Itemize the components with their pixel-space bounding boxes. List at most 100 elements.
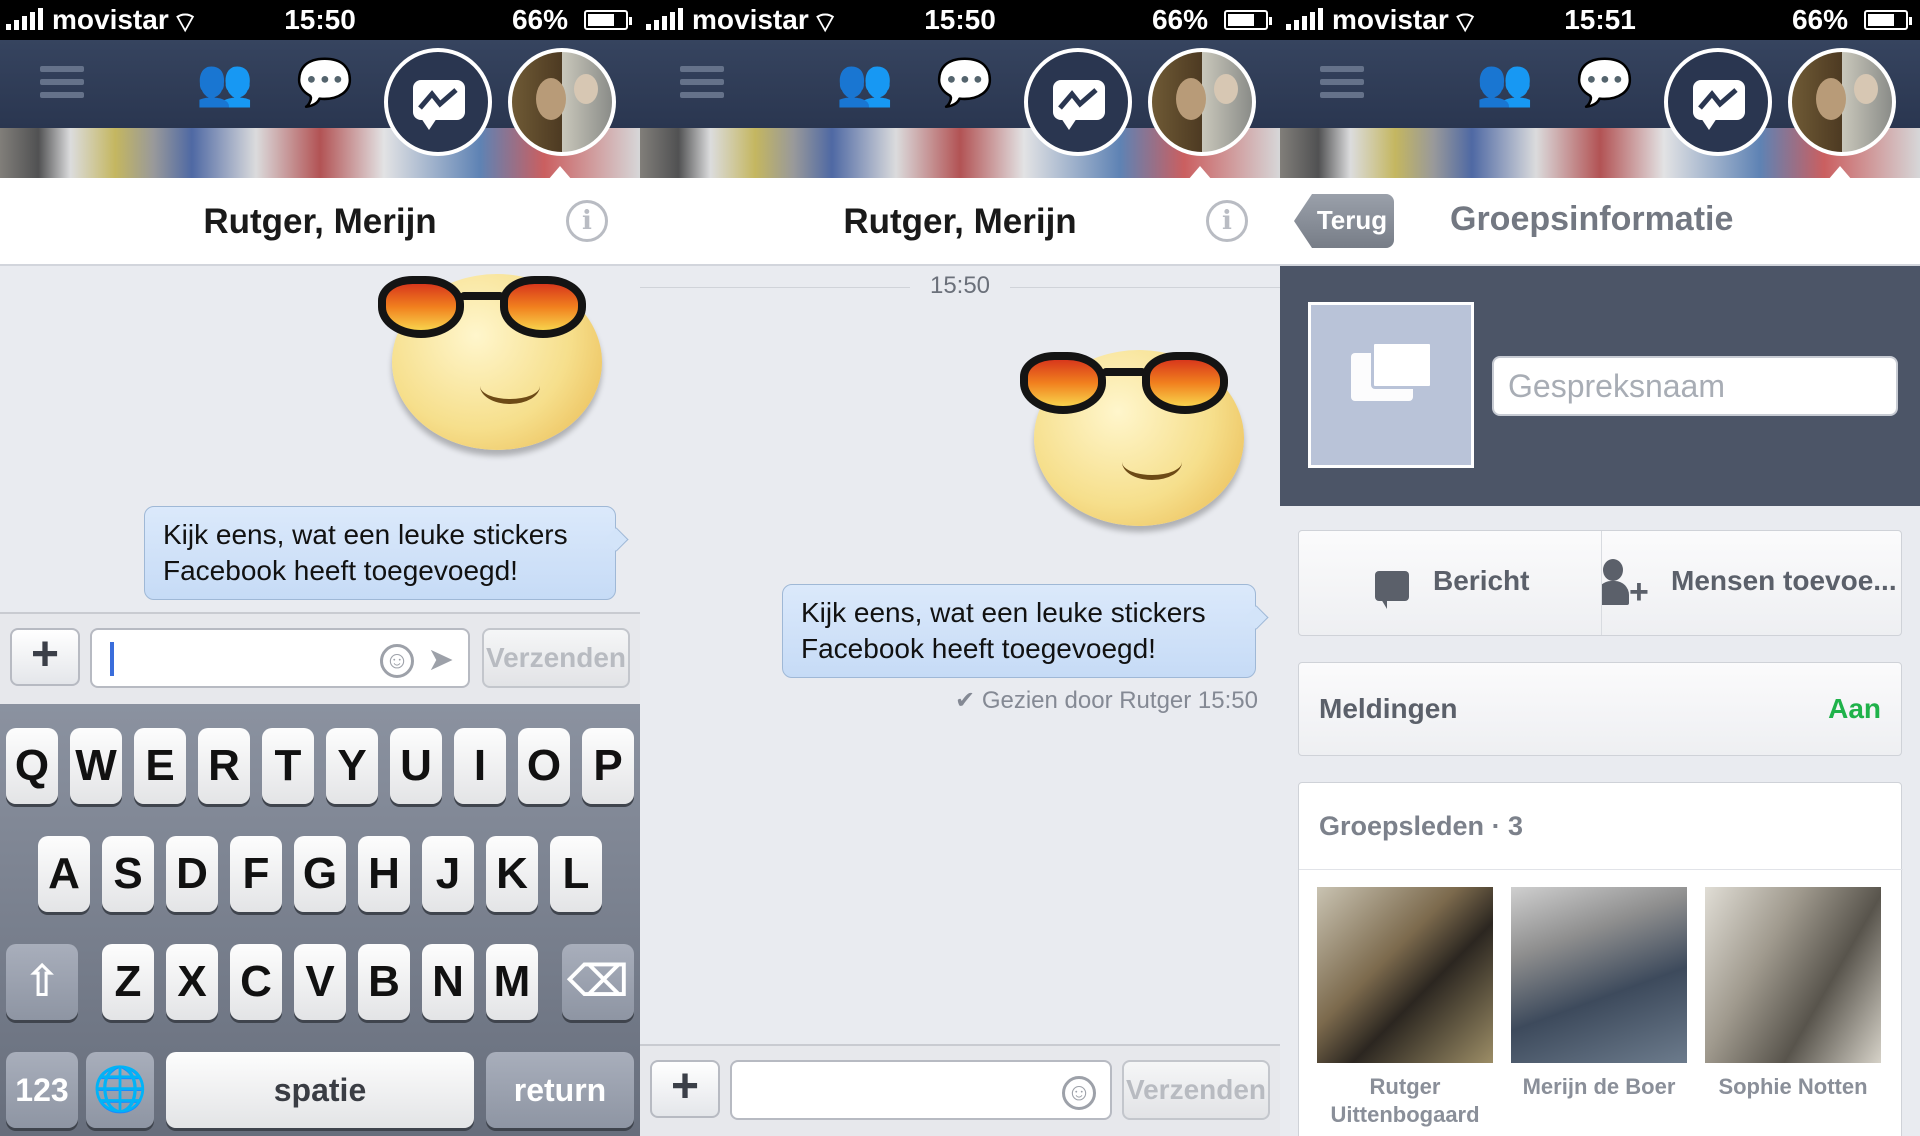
status-bar: movistar ⌔ 15:51 66%: [1280, 0, 1920, 40]
key-j[interactable]: J: [422, 836, 474, 912]
key-a[interactable]: A: [38, 836, 90, 912]
member-photo-sophie[interactable]: [1705, 887, 1881, 1063]
message-input[interactable]: ☺: [730, 1060, 1112, 1120]
members-header: Groepsleden · 3: [1319, 811, 1523, 842]
back-button[interactable]: Terug: [1294, 194, 1394, 248]
notifications-value[interactable]: Aan: [1828, 693, 1881, 725]
group-avatar[interactable]: [1788, 48, 1896, 156]
top-nav: 👥 💬: [0, 40, 640, 156]
return-key[interactable]: return: [486, 1052, 634, 1128]
member-name-merijn[interactable]: Merijn de Boer: [1501, 1073, 1697, 1101]
info-icon[interactable]: i: [566, 200, 608, 242]
member-photo-merijn[interactable]: [1511, 887, 1687, 1063]
backspace-key[interactable]: ⌫: [562, 944, 634, 1020]
key-s[interactable]: S: [102, 836, 154, 912]
group-name-panel: Gespreksnaam: [1280, 266, 1920, 506]
key-v[interactable]: V: [294, 944, 346, 1020]
messenger-icon[interactable]: [1664, 48, 1772, 156]
key-l[interactable]: L: [550, 836, 602, 912]
menu-icon[interactable]: [1320, 64, 1364, 100]
sunglasses-sticker: [378, 264, 610, 454]
key-t[interactable]: T: [262, 728, 314, 804]
key-u[interactable]: U: [390, 728, 442, 804]
add-attachment-button[interactable]: +: [650, 1060, 720, 1118]
key-d[interactable]: D: [166, 836, 218, 912]
divider: [1601, 531, 1602, 635]
message-input[interactable]: ☺ ➤: [90, 628, 470, 688]
members-count: · 3: [1491, 811, 1524, 841]
key-i[interactable]: I: [454, 728, 506, 804]
key-b[interactable]: B: [358, 944, 410, 1020]
member-photo-rutger[interactable]: [1317, 887, 1493, 1063]
top-nav: 👥 💬: [640, 40, 1280, 156]
group-photo[interactable]: [1308, 302, 1474, 468]
emoji-icon[interactable]: ☺: [380, 644, 414, 678]
chat-header: Rutger, Merijn i: [0, 178, 640, 266]
key-w[interactable]: W: [70, 728, 122, 804]
backspace-icon: ⌫: [566, 957, 630, 1006]
shift-key[interactable]: ⇧: [6, 944, 78, 1020]
composer: + ☺ Verzenden: [640, 1044, 1280, 1136]
group-avatar[interactable]: [508, 48, 616, 156]
member-name-rutger[interactable]: Rutger Uittenbogaard: [1307, 1073, 1503, 1129]
battery-icon: [1864, 10, 1912, 30]
member-name-sophie[interactable]: Sophie Notten: [1695, 1073, 1891, 1101]
group-avatar[interactable]: [1148, 48, 1256, 156]
seen-receipt: ✔ Gezien door Rutger 15:50: [955, 686, 1258, 715]
notifications-row[interactable]: Meldingen Aan: [1298, 662, 1902, 756]
text-cursor: [110, 642, 114, 676]
info-icon[interactable]: i: [1206, 200, 1248, 242]
key-r[interactable]: R: [198, 728, 250, 804]
key-q[interactable]: Q: [6, 728, 58, 804]
chat-icon[interactable]: 💬: [936, 58, 993, 106]
globe-key[interactable]: 🌐: [86, 1052, 154, 1128]
popover-caret: [1828, 166, 1852, 180]
space-key[interactable]: spatie: [166, 1052, 474, 1128]
key-h[interactable]: H: [358, 836, 410, 912]
status-bar: movistar ⌔ 15:50 66%: [640, 0, 1280, 40]
chat-icon[interactable]: 💬: [1576, 58, 1633, 106]
message-bubble: Kijk eens, wat een leuke stickers Facebo…: [782, 584, 1256, 678]
action-card: Bericht + Mensen toevoe...: [1298, 530, 1902, 636]
send-button[interactable]: Verzenden: [482, 628, 630, 688]
key-y[interactable]: Y: [326, 728, 378, 804]
friends-icon[interactable]: 👥: [196, 58, 253, 106]
chat-icon[interactable]: 💬: [296, 58, 353, 106]
numbers-key[interactable]: 123: [6, 1052, 78, 1128]
chat-header: Rutger, Merijn i: [640, 178, 1280, 266]
message-icon: [1375, 571, 1409, 609]
sunglasses-sticker: [1020, 340, 1252, 530]
battery-percent: 66%: [1151, 4, 1208, 35]
key-c[interactable]: C: [230, 944, 282, 1020]
key-p[interactable]: P: [582, 728, 634, 804]
friends-icon[interactable]: 👥: [836, 58, 893, 106]
key-g[interactable]: G: [294, 836, 346, 912]
add-attachment-button[interactable]: +: [10, 628, 80, 686]
key-x[interactable]: X: [166, 944, 218, 1020]
messenger-icon[interactable]: [384, 48, 492, 156]
add-person-icon: +: [1602, 559, 1653, 609]
key-z[interactable]: Z: [102, 944, 154, 1020]
battery-percent: 66%: [1791, 4, 1848, 35]
key-m[interactable]: M: [486, 944, 538, 1020]
key-n[interactable]: N: [422, 944, 474, 1020]
seen-text: Gezien door Rutger 15:50: [981, 687, 1258, 714]
key-f[interactable]: F: [230, 836, 282, 912]
key-o[interactable]: O: [518, 728, 570, 804]
add-people-label: Mensen toevoe...: [1671, 565, 1897, 596]
messenger-icon[interactable]: [1024, 48, 1132, 156]
key-k[interactable]: K: [486, 836, 538, 912]
menu-icon[interactable]: [680, 64, 724, 100]
key-e[interactable]: E: [134, 728, 186, 804]
divider: [1299, 869, 1903, 870]
menu-icon[interactable]: [40, 64, 84, 100]
message-action[interactable]: Bericht: [1299, 531, 1601, 635]
chat-title: Rutger, Merijn: [203, 202, 437, 241]
message-bubble: Kijk eens, wat een leuke stickers Facebo…: [144, 506, 616, 600]
members-card: Groepsleden · 3 Rutger Uittenbogaard Meri…: [1298, 782, 1903, 1136]
emoji-icon[interactable]: ☺: [1062, 1076, 1096, 1110]
send-button[interactable]: Verzenden: [1122, 1060, 1270, 1120]
location-icon[interactable]: ➤: [427, 640, 454, 678]
group-name-input[interactable]: Gespreksnaam: [1492, 356, 1898, 416]
friends-icon[interactable]: 👥: [1476, 58, 1533, 106]
